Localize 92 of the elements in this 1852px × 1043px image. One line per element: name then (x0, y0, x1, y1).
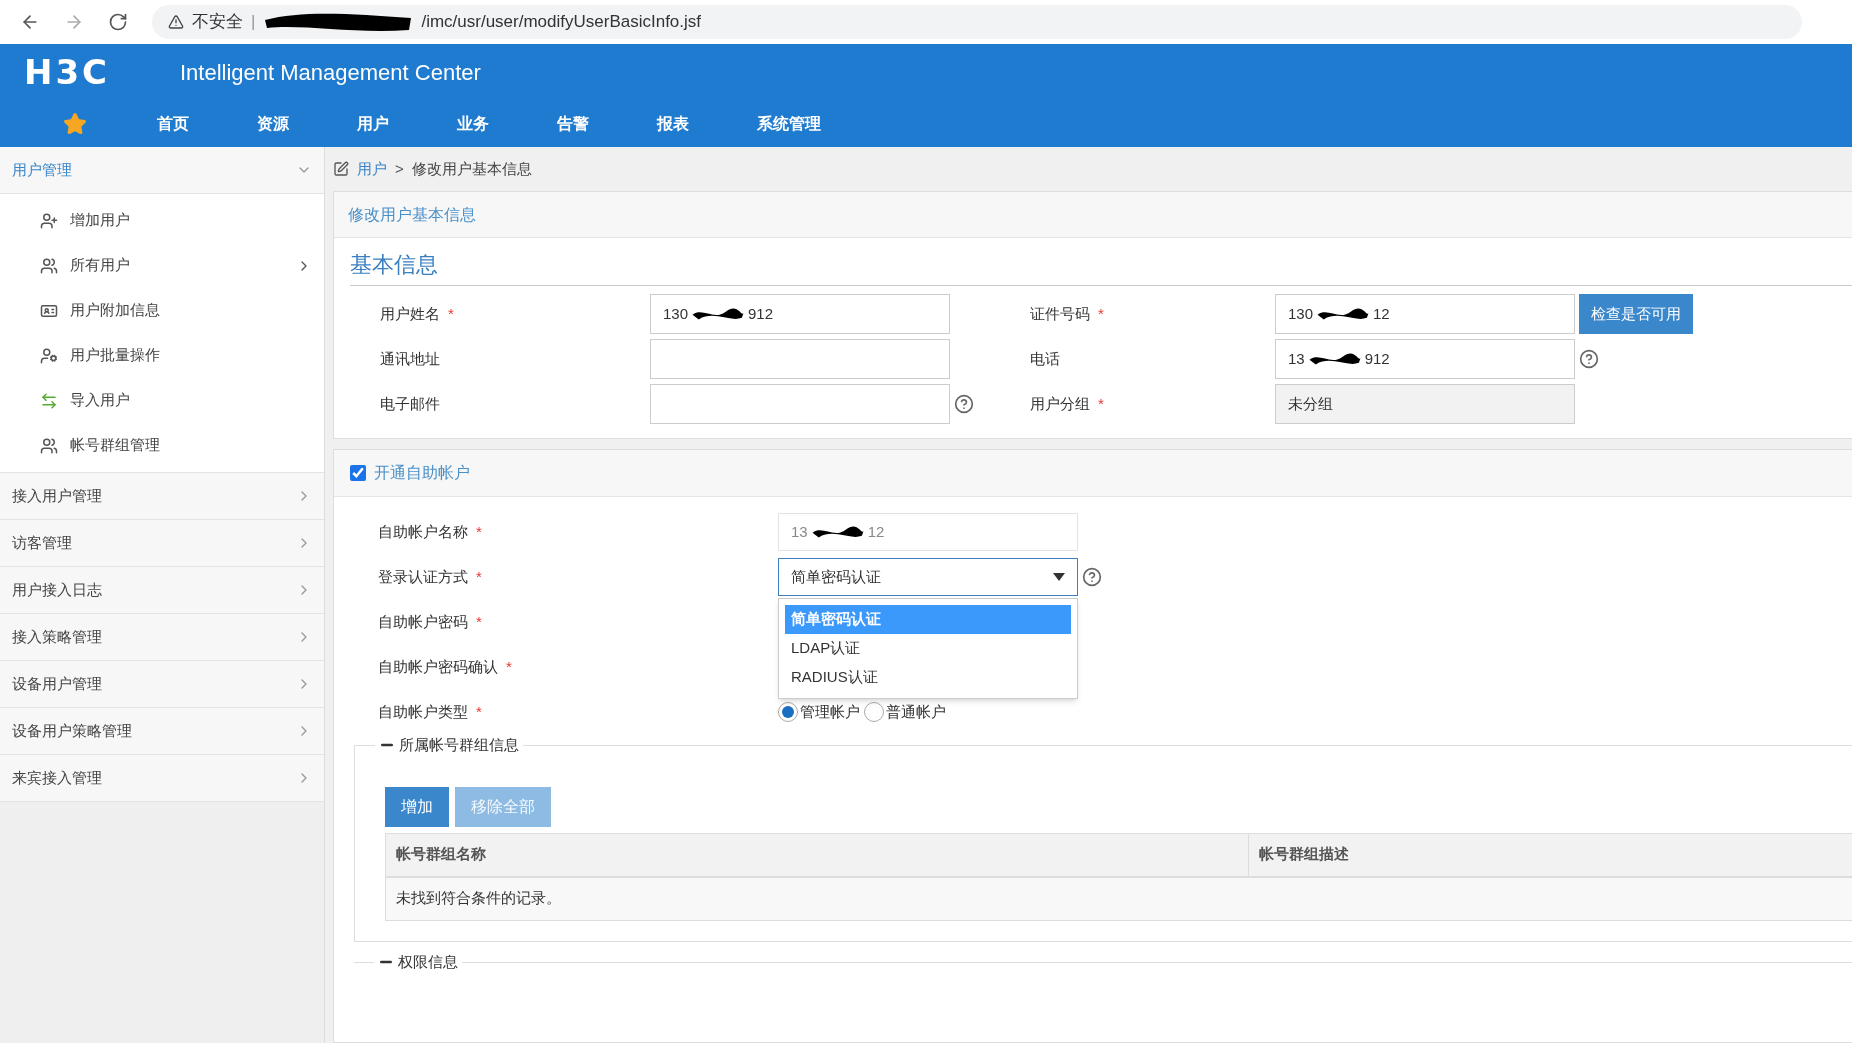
sidebar-item[interactable]: 用户附加信息 (0, 288, 324, 333)
field-value: 13 (791, 521, 808, 542)
text-field[interactable]: 130 12 (1275, 294, 1575, 334)
section-heading: 基本信息 (350, 238, 1852, 286)
sidebar-item[interactable]: 帐号群组管理 (0, 423, 324, 468)
required-mark: * (476, 612, 482, 630)
section-legend: 所属帐号群组信息 (399, 734, 519, 757)
field-value: 130 (1288, 303, 1314, 324)
empty-message: 未找到符合条件的记录。 (396, 888, 561, 909)
breadcrumb-link[interactable]: 用户 (357, 157, 387, 181)
nav-item[interactable]: 用户 (357, 111, 457, 136)
help-icon[interactable] (954, 394, 974, 414)
user-plus-icon (40, 211, 58, 230)
required-mark: * (1098, 394, 1104, 412)
dropdown-caret-icon (1053, 573, 1065, 581)
text-field[interactable]: 130 912 (650, 294, 950, 334)
warning-icon (168, 14, 184, 30)
sidebar-group[interactable]: 用户接入日志 (0, 567, 324, 614)
breadcrumb-separator: > (395, 158, 404, 179)
field-label: 自助帐户密码确认 * (378, 656, 512, 677)
field-value: 912 (748, 303, 774, 324)
auth-select[interactable]: 简单密码认证 (778, 558, 1078, 596)
users-icon (40, 436, 58, 455)
text-field[interactable]: 13 912 (1275, 339, 1575, 379)
app-title: Intelligent Management Center (180, 58, 481, 87)
breadcrumb-current: 修改用户基本信息 (411, 158, 532, 179)
user-gear-icon (40, 346, 58, 365)
nav-item[interactable]: 首页 (157, 111, 257, 136)
field-value: 12 (867, 521, 885, 542)
field-label: 用户姓名 * (380, 303, 454, 324)
text-field[interactable] (650, 339, 950, 379)
nav-item[interactable]: 资源 (257, 111, 357, 136)
sidebar-group[interactable]: 访客管理 (0, 520, 324, 567)
reload-icon[interactable] (108, 12, 128, 32)
dropdown-option[interactable]: RADIUS认证 (785, 663, 1071, 692)
required-mark: * (476, 702, 482, 720)
field-value: 13 (1288, 348, 1305, 369)
action-button[interactable]: 增加 (385, 786, 449, 827)
sidebar-group[interactable]: 用户管理 (0, 147, 324, 194)
edit-icon (333, 161, 349, 177)
dropdown-option[interactable]: LDAP认证 (785, 634, 1071, 663)
field-label: 登录认证方式 * (378, 566, 482, 587)
sidebar-group[interactable]: 接入策略管理 (0, 614, 324, 661)
text-field[interactable] (650, 384, 950, 424)
section-legend: 权限信息 (398, 950, 458, 973)
nav-item[interactable]: 系统管理 (757, 111, 857, 136)
users-icon (40, 256, 58, 275)
radio-option[interactable]: 普通帐户 (864, 700, 946, 724)
field-value: 130 (663, 303, 689, 324)
radio-option[interactable]: 管理帐户 (778, 700, 860, 724)
sidebar-group[interactable]: 接入用户管理 (0, 473, 324, 520)
field-label: 自助帐户密码 * (378, 611, 482, 632)
required-mark: * (448, 304, 454, 322)
field-label: 证件号码 * (1030, 303, 1104, 324)
sidebar-group[interactable]: 设备用户策略管理 (0, 708, 324, 755)
nav-item[interactable]: 业务 (457, 111, 557, 136)
field-label: 自助帐户名称 * (378, 521, 482, 542)
field-label: 通讯地址 (380, 348, 440, 369)
field-label: 自助帐户类型 * (378, 701, 482, 722)
required-mark: * (476, 567, 482, 585)
panel-title: 修改用户基本信息 (334, 192, 1852, 238)
column-header: 帐号群组名称 (386, 833, 1249, 876)
sidebar-item[interactable]: 增加用户 (0, 198, 324, 243)
enable-checkbox[interactable] (350, 465, 366, 481)
separator: | (251, 11, 256, 34)
sidebar-group[interactable]: 设备用户管理 (0, 661, 324, 708)
check-availability-button[interactable]: 检查是否可用 (1579, 294, 1693, 334)
field-label: 用户分组 * (1030, 393, 1104, 414)
field-value: 未分组 (1288, 393, 1333, 414)
sidebar-item[interactable]: 所有用户 (0, 243, 324, 288)
field-value: 12 (1373, 303, 1390, 324)
url-text: /imc/usr/user/modifyUserBasicInfo.jsf (421, 11, 702, 34)
field-label: 电话 (1030, 348, 1060, 369)
required-mark: * (1098, 304, 1104, 322)
required-mark: * (476, 522, 482, 540)
address-bar[interactable]: 不安全 | /imc/usr/user/modifyUserBasicInfo.jsf (152, 5, 1802, 39)
security-label: 不安全 (192, 11, 243, 34)
sidebar-item[interactable]: 导入用户 (0, 378, 324, 423)
panel-title: 开通自助帐户 (374, 463, 470, 483)
sidebar-group[interactable]: 来宾接入管理 (0, 755, 324, 802)
field-value: 912 (1364, 348, 1390, 369)
help-icon[interactable] (1579, 349, 1599, 369)
column-header: 帐号群组描述 (1258, 844, 1350, 865)
star-icon[interactable] (63, 111, 87, 136)
logo: H3C (24, 50, 112, 94)
nav-item[interactable]: 告警 (557, 111, 657, 136)
sidebar-item[interactable]: 用户批量操作 (0, 333, 324, 378)
arrows-icon (40, 391, 58, 410)
help-icon[interactable] (1082, 567, 1102, 587)
field-label: 电子邮件 (380, 393, 440, 414)
nav-item[interactable]: 报表 (657, 111, 757, 136)
required-mark: * (506, 657, 512, 675)
